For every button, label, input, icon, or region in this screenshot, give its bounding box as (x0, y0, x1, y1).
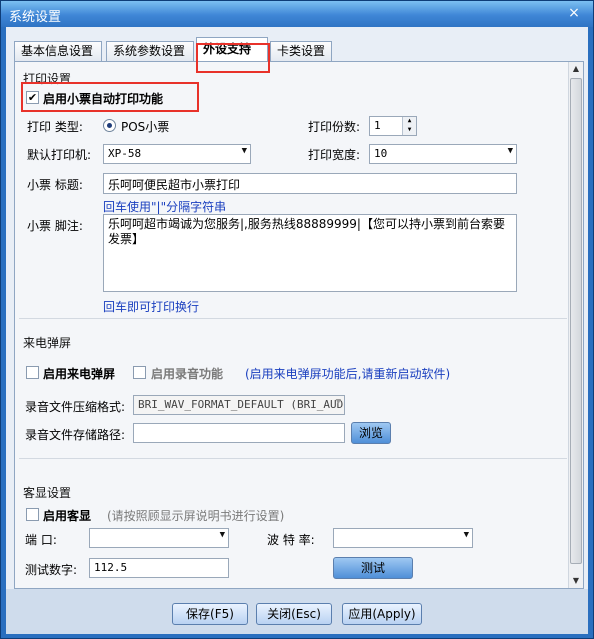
test-number-input[interactable]: 112.5 (89, 558, 229, 578)
button-bar: 保存(F5) 关闭(Esc) 应用(Apply) (6, 589, 588, 634)
auto-print-checkbox[interactable]: ✔ (26, 91, 39, 104)
auto-print-label: 启用小票自动打印功能 (43, 92, 164, 106)
test-number-label: 测试数字: (25, 563, 78, 577)
footer-hint: 回车即可打印换行 (103, 300, 200, 314)
peripherals-panel: 打印设置 ✔ 启用小票自动打印功能 打印 类型: POS小票 打印份数: 1 ▲… (14, 61, 584, 589)
printer-label: 默认打印机: (27, 148, 92, 162)
display-note: (请按照顾显示屏说明书进行设置) (107, 509, 285, 523)
record-path-input[interactable] (133, 423, 345, 443)
chevron-down-icon: ▼ (507, 146, 513, 156)
receipt-footer-label: 小票 脚注: (27, 219, 83, 233)
callpop-enable-checkbox[interactable] (26, 366, 39, 379)
callpop-enable-label: 启用来电弹屏 (43, 367, 116, 381)
apply-button[interactable]: 应用(Apply) (342, 603, 422, 625)
scroll-up-icon[interactable]: ▲ (569, 62, 583, 76)
tab-basic-info[interactable]: 基本信息设置 (14, 41, 102, 61)
record-format-select[interactable]: BRI_WAV_FORMAT_DEFAULT (BRI_AUDI ▼ (133, 395, 345, 415)
callpop-divider (19, 318, 567, 319)
baud-select[interactable]: ▼ (333, 528, 473, 548)
display-enable-checkbox[interactable] (26, 508, 39, 521)
baud-label: 波 特 率: (267, 533, 315, 547)
chevron-down-icon: ▼ (463, 530, 469, 540)
copies-value: 1 (374, 119, 381, 132)
port-label: 端 口: (25, 533, 57, 547)
copies-spinner[interactable]: ▲ ▼ (402, 117, 416, 135)
record-format-value: BRI_WAV_FORMAT_DEFAULT (BRI_AUDI (138, 398, 345, 411)
callpop-section-title: 来电弹屏 (23, 336, 72, 350)
browse-button[interactable]: 浏览 (351, 422, 391, 444)
copies-label: 打印份数: (308, 120, 361, 134)
title-bar[interactable]: 系统设置 × (1, 1, 593, 27)
chevron-down-icon: ▼ (241, 146, 247, 156)
record-format-label: 录音文件压缩格式: (25, 400, 126, 414)
print-width-value: 10 (374, 147, 388, 160)
panel-scrollbar[interactable]: ▲ ▼ (568, 62, 583, 588)
record-enable-label: 启用录音功能 (151, 367, 224, 381)
port-select[interactable]: ▼ (89, 528, 229, 548)
receipt-title-label: 小票 标题: (27, 178, 83, 192)
record-path-label: 录音文件存储路径: (25, 428, 126, 442)
save-button[interactable]: 保存(F5) (172, 603, 248, 625)
display-section-title: 客显设置 (23, 486, 72, 500)
copies-stepper[interactable]: 1 ▲ ▼ (369, 116, 417, 136)
tab-highlight-box (196, 43, 270, 73)
callpop-note: (启用来电弹屏功能后,请重新启动软件) (245, 367, 451, 381)
close-icon[interactable]: × (563, 4, 585, 22)
receipt-footer-textarea[interactable]: 乐呵呵超市竭诚为您服务|,服务热线88889999|【您可以持小票到前台索要发票… (103, 214, 517, 292)
chevron-down-icon: ▼ (335, 397, 341, 407)
scroll-down-icon[interactable]: ▼ (569, 574, 583, 588)
spin-down-icon[interactable]: ▼ (403, 126, 416, 135)
tab-card-settings[interactable]: 卡类设置 (270, 41, 332, 61)
scroll-thumb[interactable] (570, 78, 582, 564)
pos-receipt-radio[interactable] (103, 119, 116, 132)
receipt-title-input[interactable]: 乐呵呵便民超市小票打印 (103, 173, 517, 194)
printer-value: XP-58 (108, 147, 142, 160)
record-enable-checkbox[interactable] (133, 366, 146, 379)
dialog-content: 基本信息设置 系统参数设置 外设支持 卡类设置 打印设置 ✔ 启用小票自动打印功… (6, 27, 588, 634)
print-width-label: 打印宽度: (308, 148, 361, 162)
title-hint: 回车使用"|"分隔字符串 (103, 200, 227, 214)
print-width-select[interactable]: 10 ▼ (369, 144, 517, 164)
chevron-down-icon: ▼ (219, 530, 225, 540)
settings-window: 系统设置 × 基本信息设置 系统参数设置 外设支持 卡类设置 打印设置 ✔ 启用… (0, 0, 594, 639)
display-divider (19, 458, 567, 459)
display-enable-label: 启用客显 (43, 509, 92, 523)
print-type-label: 打印 类型: (27, 120, 83, 134)
window-title: 系统设置 (9, 10, 62, 25)
close-button[interactable]: 关闭(Esc) (256, 603, 332, 625)
test-button[interactable]: 测试 (333, 557, 413, 579)
spin-up-icon[interactable]: ▲ (403, 117, 416, 126)
tab-system-params[interactable]: 系统参数设置 (106, 41, 194, 61)
printer-select[interactable]: XP-58 ▼ (103, 144, 251, 164)
pos-receipt-label: POS小票 (121, 120, 170, 134)
